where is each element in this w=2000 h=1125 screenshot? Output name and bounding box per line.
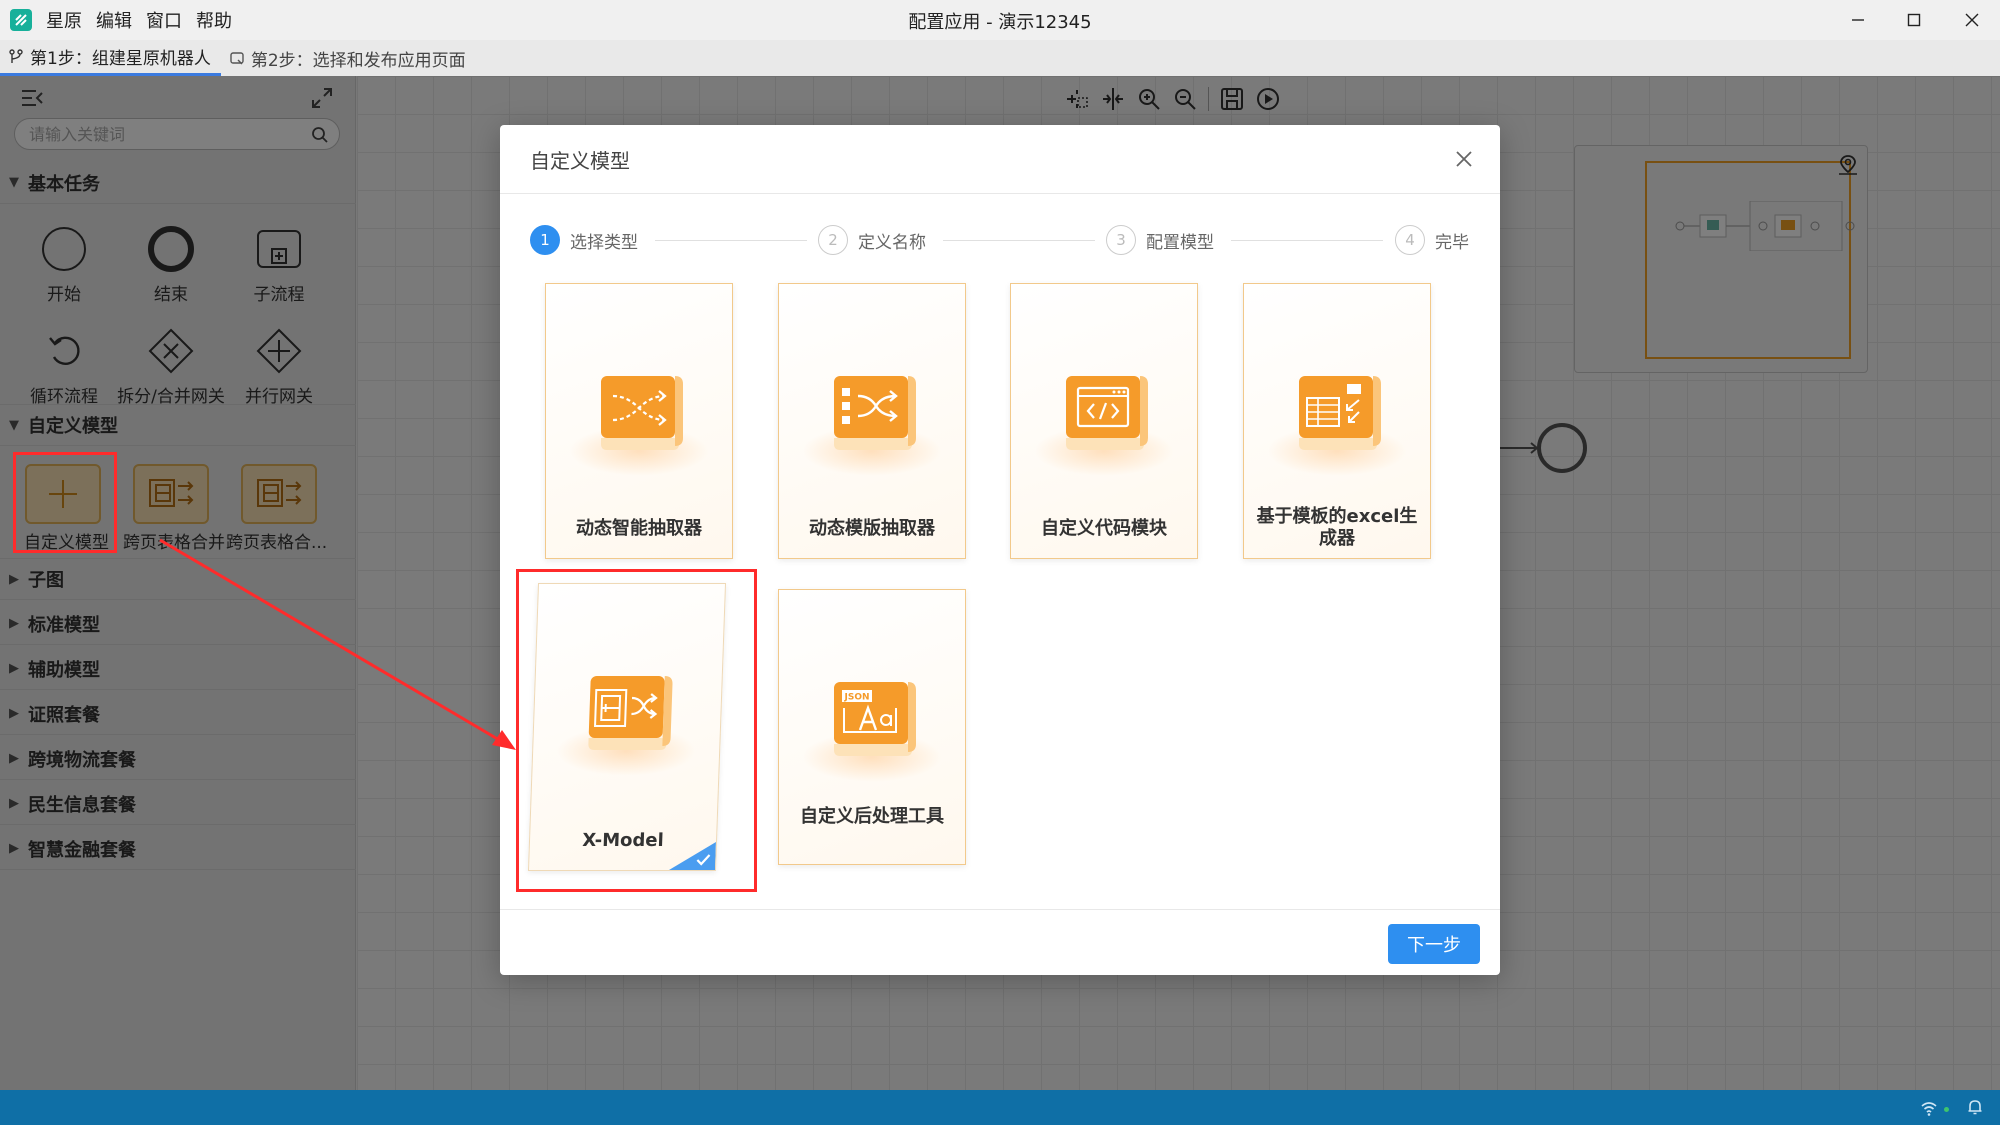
wifi-icon	[1921, 1102, 1937, 1116]
status-bar	[0, 1090, 2000, 1125]
status-dot	[1944, 1107, 1949, 1112]
annotation-arrow	[159, 538, 516, 750]
notification-bell-icon[interactable]	[1966, 1098, 1984, 1116]
